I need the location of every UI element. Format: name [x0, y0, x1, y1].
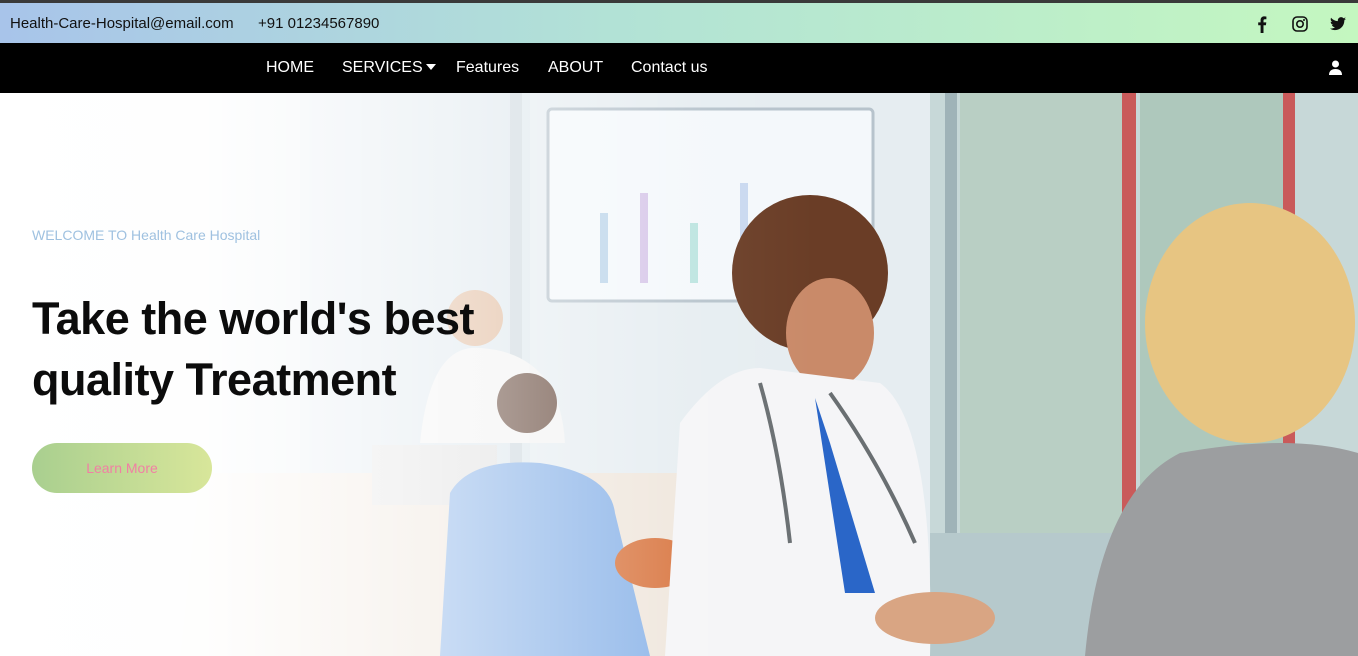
hero-section: WELCOME TO Health Care Hospital Take the… [0, 93, 1358, 656]
contact-bar: Health-Care-Hospital@email.com +91 01234… [0, 0, 1358, 43]
social-links [1252, 14, 1348, 34]
facebook-icon[interactable] [1252, 14, 1272, 34]
contact-email[interactable]: Health-Care-Hospital@email.com [10, 15, 234, 32]
twitter-icon[interactable] [1328, 14, 1348, 34]
nav-features[interactable]: Features [456, 59, 519, 77]
nav-contact-us[interactable]: Contact us [631, 59, 707, 77]
nav-services[interactable]: SERVICES [342, 59, 436, 77]
nav-services-label: SERVICES [342, 59, 423, 76]
welcome-text: WELCOME TO Health Care Hospital [32, 227, 261, 243]
hero-headline-line2: quality Treatment [32, 354, 397, 405]
main-navbar: HOME SERVICES Features ABOUT Contact us [0, 43, 1358, 93]
nav-about[interactable]: ABOUT [548, 59, 603, 77]
instagram-icon[interactable] [1290, 14, 1310, 34]
learn-more-button[interactable]: Learn More [32, 443, 212, 493]
hero-headline-line1: Take the world's best [32, 293, 474, 344]
hero-headline: Take the world's best quality Treatment [32, 288, 512, 410]
nav-home[interactable]: HOME [266, 59, 314, 77]
user-icon[interactable] [1329, 60, 1342, 80]
caret-down-icon [425, 64, 436, 70]
contact-phone[interactable]: +91 01234567890 [258, 15, 379, 32]
